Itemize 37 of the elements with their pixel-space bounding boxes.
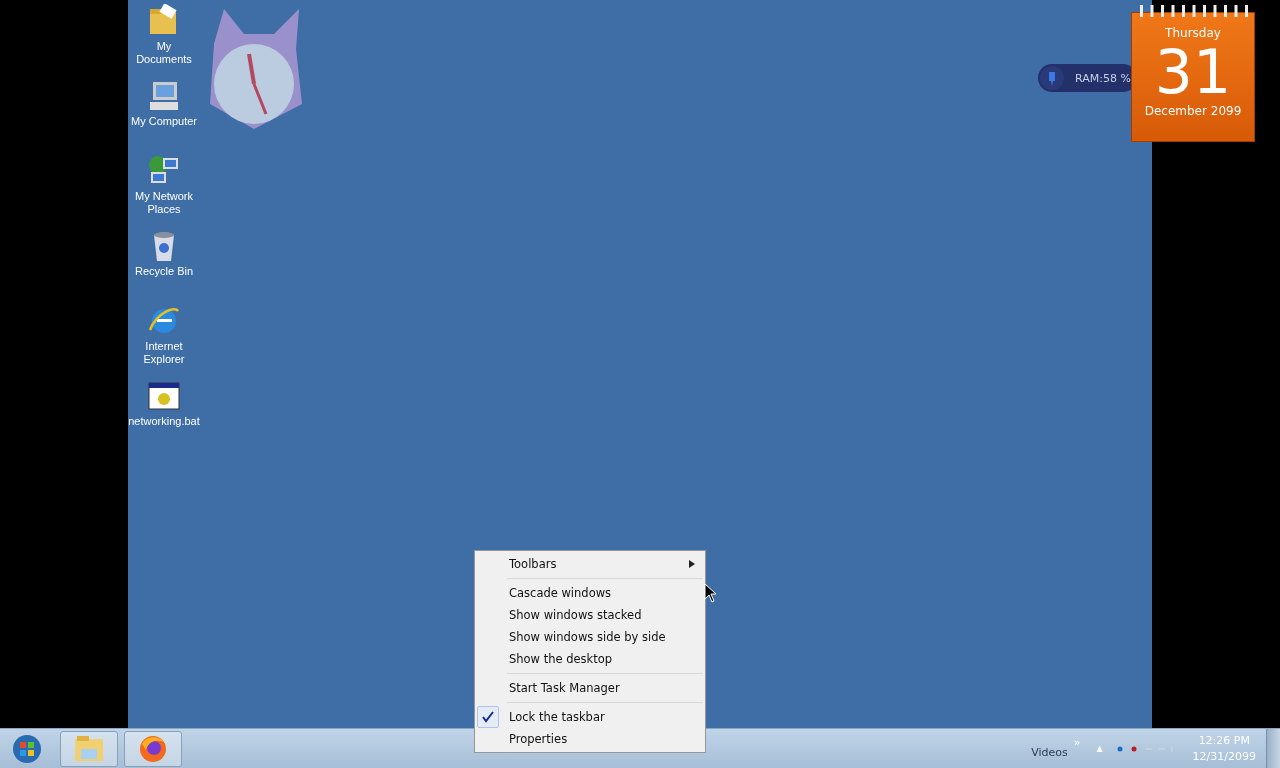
desktop-icon[interactable]: Recycle Bin: [128, 229, 200, 302]
menu-item[interactable]: Show the desktop: [477, 648, 703, 670]
icon-label: My Documents: [135, 40, 193, 66]
menu-item[interactable]: Start Task Manager: [477, 677, 703, 699]
desktop-icon[interactable]: My Network Places: [128, 154, 200, 227]
menu-item[interactable]: Show windows side by side: [477, 626, 703, 648]
desktop-icon[interactable]: networking.bat: [128, 379, 200, 452]
desktop-icon[interactable]: My Computer: [128, 79, 200, 152]
meter-icon: [1039, 65, 1065, 91]
icon-label: networking.bat: [128, 415, 200, 428]
explorer-taskbar-button[interactable]: [60, 730, 118, 767]
day-number: 31: [1154, 40, 1232, 104]
computer-icon: [147, 79, 181, 113]
ram-reading: RAM:58 %: [1075, 71, 1131, 85]
desktop-icon[interactable]: Internet Explorer: [128, 304, 200, 377]
menu-item[interactable]: Cascade windows: [477, 582, 703, 604]
menu-item[interactable]: Properties: [477, 728, 703, 750]
icon-label: Internet Explorer: [142, 340, 186, 366]
batch-file-icon: [147, 379, 181, 413]
icon-label: My Network Places: [133, 190, 195, 216]
menu-item[interactable]: Lock the taskbar: [477, 706, 703, 728]
browser-taskbar-button[interactable]: [124, 730, 182, 767]
month-year-text: December 2099: [1144, 104, 1242, 118]
show-desktop-button[interactable]: [1266, 728, 1280, 768]
clock-time: 12:26 PM: [1198, 732, 1250, 749]
firefox-logo-icon: [138, 733, 168, 764]
toolbar-label[interactable]: Videos: [1031, 746, 1068, 759]
icon-label: My Computer: [130, 115, 198, 128]
weekday-text: Thursday: [1165, 26, 1221, 40]
folder-icon: [73, 734, 105, 763]
windows-logo-icon: [12, 733, 42, 764]
menu-item[interactable]: Toolbars: [477, 553, 703, 575]
desktop-icon[interactable]: My Documents: [128, 4, 200, 77]
menu-item[interactable]: Show windows stacked: [477, 604, 703, 626]
icon-label: Recycle Bin: [133, 265, 195, 278]
mouse-cursor-icon: [704, 583, 718, 603]
clock-date: 12/31/2099: [1192, 748, 1256, 765]
